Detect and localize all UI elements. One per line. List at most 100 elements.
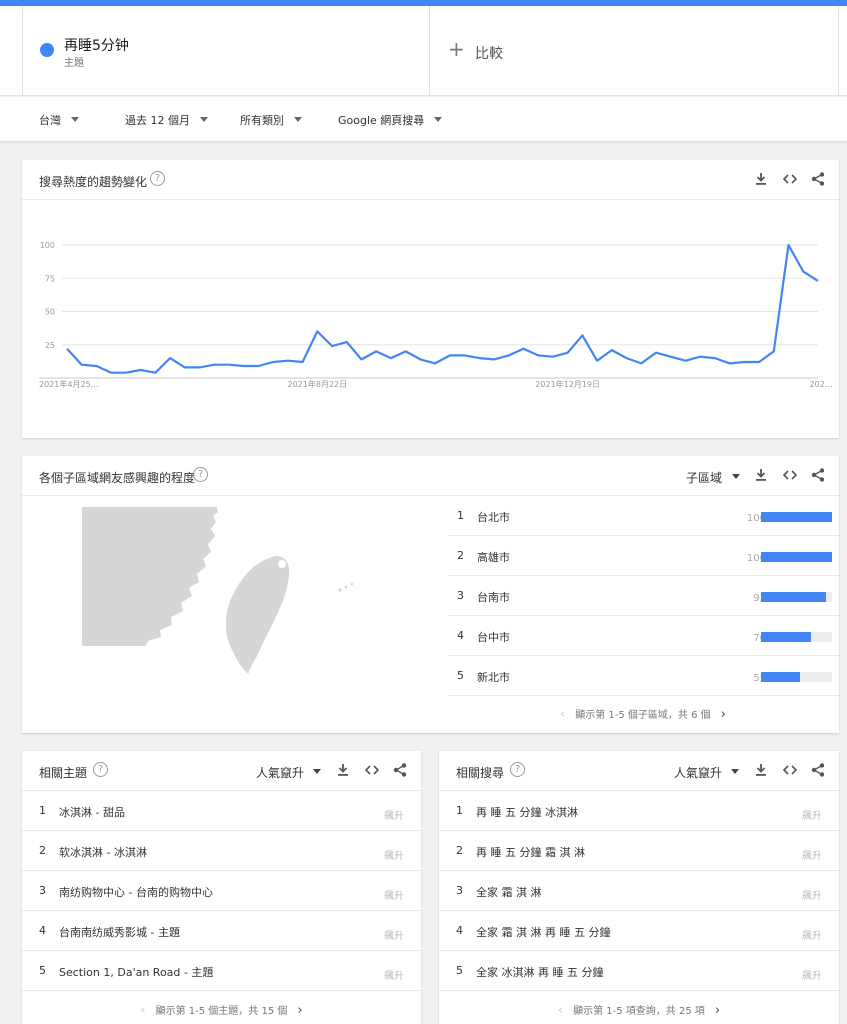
help-icon[interactable]: ? [510, 762, 525, 777]
download-icon[interactable] [335, 762, 351, 778]
queries-row[interactable]: 4 全家 霜 淇 淋 再 睡 五 分鐘 飆升 [439, 911, 839, 951]
region-name: 台南市 [477, 591, 510, 604]
region-map[interactable] [82, 504, 382, 684]
chevron-right-icon[interactable]: › [297, 991, 302, 1024]
region-bar-track [761, 632, 832, 642]
row-label: 全家 冰淇淋 再 睡 五 分鐘 [476, 966, 604, 979]
trend-line-chart[interactable]: 25 50 75 100 2021年4月25… 2021年8月22日 2021年12月19日… [22, 200, 839, 438]
topics-row[interactable]: 2 软冰淇淋 - 冰淇淋 飆升 [22, 831, 421, 871]
search-term-card[interactable]: 再睡5分钟 主題 [22, 6, 430, 96]
term-name: 再睡5分钟 [64, 38, 129, 54]
row-label: 台南南纺威秀影城 - 主題 [59, 926, 180, 939]
row-label: 软冰淇淋 - 冰淇淋 [59, 846, 147, 859]
region-row[interactable]: 2 高雄市 100 [447, 536, 839, 576]
region-row[interactable]: 3 台南市 92 [447, 576, 839, 616]
caret-down-icon [294, 117, 302, 122]
x-tick-label: 2021年4月25… [39, 379, 99, 389]
embed-icon[interactable] [782, 762, 798, 778]
y-tick-label: 75 [45, 274, 55, 283]
download-icon[interactable] [753, 467, 769, 483]
topics-row[interactable]: 4 台南南纺威秀影城 - 主題 飆升 [22, 911, 421, 951]
region-list: 1 台北市 100 2 高雄市 100 3 台南市 92 4 台中市 70 5 新北市 55 [447, 496, 839, 696]
download-icon[interactable] [753, 171, 769, 187]
region-row[interactable]: 4 台中市 70 [447, 616, 839, 656]
share-icon[interactable] [392, 762, 408, 778]
caret-down-icon [71, 117, 79, 122]
row-label: 冰淇淋 - 甜品 [59, 806, 125, 819]
topics-row[interactable]: 5 Section 1, Da'an Road - 主題 飆升 [22, 951, 421, 991]
caret-down-icon[interactable] [313, 769, 321, 774]
chevron-right-icon[interactable]: › [715, 991, 720, 1024]
embed-icon[interactable] [782, 171, 798, 187]
queries-row[interactable]: 3 全家 霜 淇 淋 飆升 [439, 871, 839, 911]
region-name: 高雄市 [477, 551, 510, 564]
x-tick-label: 2021年12月19日 [535, 379, 600, 389]
region-filter[interactable]: 台灣 [39, 112, 79, 128]
term-type: 主題 [64, 58, 84, 69]
region-row[interactable]: 5 新北市 55 [447, 656, 839, 696]
topics-row[interactable]: 3 南纺购物中心 - 台南的购物中心 飆升 [22, 871, 421, 911]
caret-down-icon[interactable] [731, 769, 739, 774]
rising-badge: 飆升 [384, 931, 404, 942]
region-card: 各個子區域網友感興趣的程度 ? 子區域 1 台北市 100 2 高雄市 100 3 台南市 92… [22, 456, 839, 733]
caret-down-icon [200, 117, 208, 122]
help-icon[interactable]: ? [150, 171, 165, 186]
region-rank: 2 [457, 549, 464, 562]
share-icon[interactable] [810, 762, 826, 778]
region-rank: 5 [457, 669, 464, 682]
help-icon[interactable]: ? [93, 762, 108, 777]
row-rank: 2 [39, 844, 46, 857]
region-value: 92 [753, 593, 766, 604]
compare-button[interactable]: + 比較 [430, 6, 839, 96]
x-tick-label: 2021年8月22日 [288, 379, 348, 389]
download-icon[interactable] [753, 762, 769, 778]
region-row[interactable]: 1 台北市 100 [447, 496, 839, 536]
chevron-right-icon[interactable]: › [721, 695, 726, 735]
embed-icon[interactable] [364, 762, 380, 778]
row-label: 南纺购物中心 - 台南的购物中心 [59, 886, 213, 899]
trend-card: 搜尋熱度的趨勢變化 ? 25 50 75 100 2021年4月25… 2021年8月22… [22, 160, 839, 438]
taipei-marker [278, 560, 286, 568]
region-value: 100 [746, 553, 766, 564]
region-bar-track [761, 552, 832, 562]
region-name: 新北市 [477, 671, 510, 684]
share-icon[interactable] [810, 467, 826, 483]
y-tick-label: 50 [45, 308, 55, 317]
region-bar-track [761, 512, 832, 522]
term-color-dot [40, 43, 54, 57]
source-filter[interactable]: Google 網頁搜尋 [338, 112, 443, 128]
queries-list: 1再 睡 五 分鐘 冰淇淋 飆升 2 再 睡 五 分鐘 霜 淇 淋飆升 3 全家 霜 淇 … [439, 791, 839, 991]
share-icon[interactable] [810, 171, 826, 187]
region-title: 各個子區域網友感興趣的程度 [39, 471, 196, 485]
queries-row[interactable]: 1 再 睡 五 分鐘 冰淇淋 飆升 [439, 791, 839, 831]
plus-icon: + [448, 37, 465, 61]
subregion-dropdown[interactable]: 子區域 [686, 469, 722, 486]
category-filter[interactable]: 所有類別 [240, 112, 302, 128]
region-bar-fill [761, 592, 827, 602]
row-label: 全家 霜 淇 淋 再 睡 五 分鐘 [476, 926, 611, 939]
category-filter-label: 所有類別 [240, 114, 284, 127]
topics-row[interactable]: 1 冰淇淋 - 甜品 飆升 [22, 791, 421, 831]
period-filter[interactable]: 過去 12 個月 [125, 112, 208, 128]
topics-dropdown[interactable]: 人氣竄升 [256, 764, 304, 781]
caret-down-icon[interactable] [732, 474, 740, 479]
queries-row[interactable]: 2 再 睡 五 分鐘 霜 淇 淋 飆升 [439, 831, 839, 871]
row-rank: 4 [39, 924, 46, 937]
source-filter-label: Google 網頁搜尋 [338, 114, 425, 127]
queries-row[interactable]: 5 全家 冰淇淋 再 睡 五 分鐘 飆升 [439, 951, 839, 991]
queries-title: 相關搜尋 [456, 766, 505, 780]
region-pager: ‹ 顯示第 1-5 個子區域，共 6 個 › [414, 695, 839, 735]
embed-icon[interactable] [782, 467, 798, 483]
region-bar-track [761, 592, 832, 602]
topics-pager: ‹ 顯示第 1-5 個主題，共 15 個 › [22, 991, 421, 1024]
chevron-left-icon[interactable]: ‹ [560, 695, 565, 735]
region-rank: 4 [457, 629, 464, 642]
queries-pager: ‹ 顯示第 1-5 項查詢，共 25 項 › [439, 991, 839, 1024]
rising-badge: 飆升 [802, 971, 822, 982]
chevron-left-icon[interactable]: ‹ [558, 991, 563, 1024]
queries-pager-text: 顯示第 1-5 項查詢，共 25 項 [573, 1006, 705, 1017]
queries-dropdown[interactable]: 人氣竄升 [674, 764, 722, 781]
help-icon[interactable]: ? [193, 467, 208, 482]
chevron-left-icon[interactable]: ‹ [140, 991, 145, 1024]
trend-series-line [66, 243, 819, 374]
